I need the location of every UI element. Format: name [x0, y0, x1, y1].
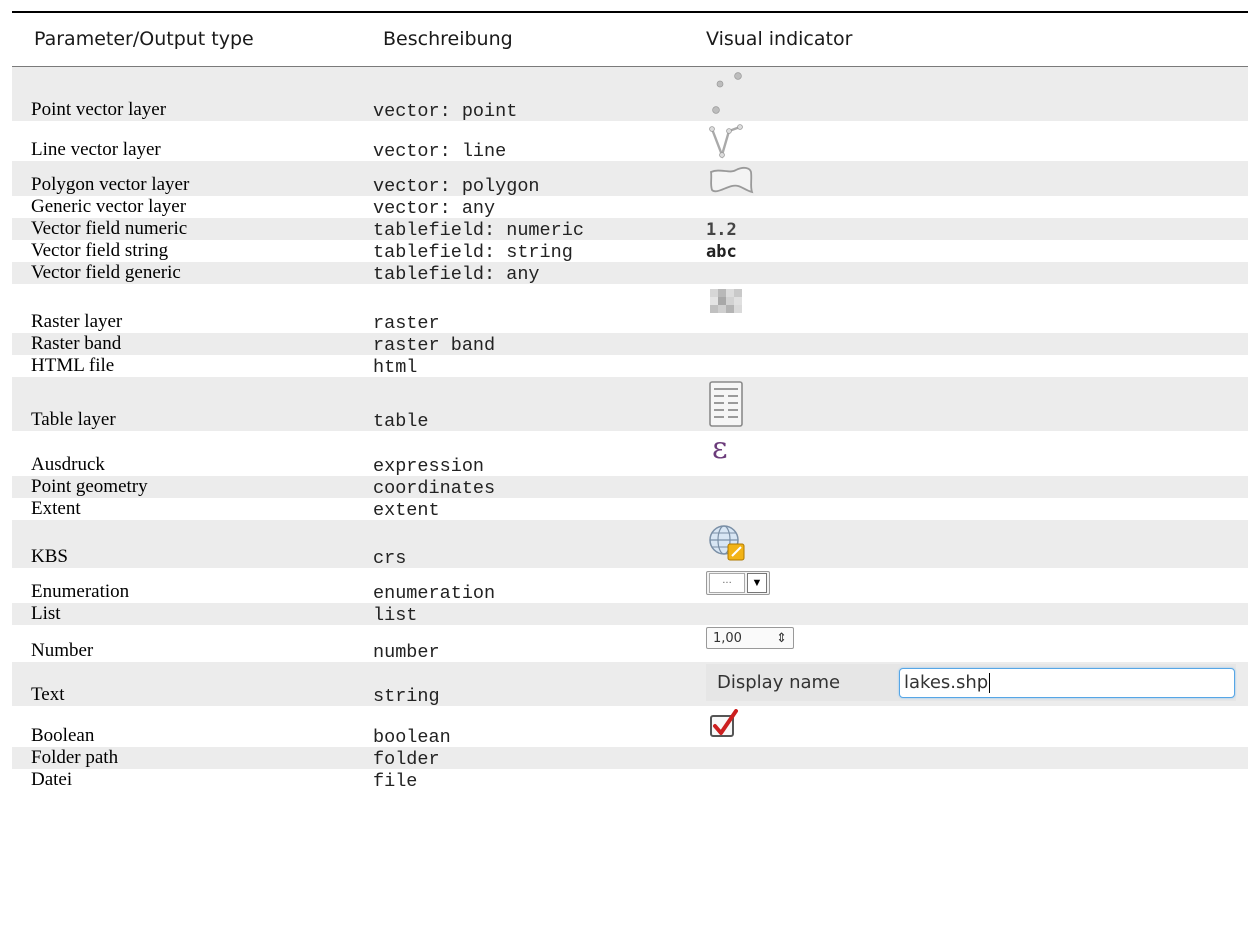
- row-desc: crs: [373, 548, 407, 569]
- display-name-input[interactable]: lakes.shp: [899, 667, 1235, 698]
- table-row: Raster band raster band: [12, 333, 1248, 356]
- table-row: Boolean boolean: [12, 706, 1248, 748]
- row-name: Raster band: [31, 333, 122, 354]
- display-name-value: lakes.shp: [904, 672, 989, 693]
- row-name: Ausdruck: [31, 454, 105, 475]
- table-row: Point vector layer vector: point: [12, 66, 1248, 122]
- row-desc: vector: line: [373, 141, 507, 162]
- table-row: Vector field string tablefield: string a…: [12, 240, 1248, 263]
- crs-globe-icon: [709, 525, 745, 561]
- numeric-field-indicator: 1.2: [706, 220, 737, 240]
- spinbox-value: 1,00: [713, 630, 742, 646]
- row-desc: raster band: [373, 335, 496, 356]
- expression-icon: ε: [712, 432, 728, 466]
- checkbox-checked-icon: [710, 709, 738, 737]
- row-name: KBS: [31, 546, 68, 567]
- enumeration-combo-icon: ... ▼: [706, 571, 770, 595]
- row-desc: folder: [373, 749, 440, 770]
- row-name: Datei: [31, 769, 73, 790]
- header-parameter-type: Parameter/Output type: [12, 11, 369, 67]
- table-row: Polygon vector layer vector: polygon: [12, 161, 1248, 197]
- table-row: Enumeration enumeration ... ▼: [12, 568, 1248, 604]
- table-row: Raster layer raster: [12, 284, 1248, 334]
- line-vector-icon: [709, 124, 743, 159]
- row-name: Boolean: [31, 725, 95, 746]
- row-name: Enumeration: [31, 581, 130, 602]
- row-desc: list: [373, 605, 418, 626]
- polygon-vector-icon: [709, 166, 754, 194]
- text-field-indicator: Display name lakes.shp: [706, 664, 1236, 701]
- row-name: Polygon vector layer: [31, 174, 190, 195]
- table-row: Number number 1,00 ⇕: [12, 625, 1248, 663]
- parameter-table-container: Parameter/Output type Beschreibung Visua…: [12, 11, 1248, 792]
- table-row: Extent extent: [12, 498, 1248, 521]
- point-vector-icon: [712, 72, 742, 114]
- row-name: Line vector layer: [31, 139, 161, 160]
- row-desc: html: [373, 357, 418, 378]
- parameter-table: Parameter/Output type Beschreibung Visua…: [12, 11, 1248, 792]
- dropdown-arrow-icon: ▼: [747, 573, 767, 593]
- row-name: Extent: [31, 498, 81, 519]
- table-row: Table layer table: [12, 377, 1248, 432]
- table-row: Generic vector layer vector: any: [12, 196, 1248, 219]
- row-desc: table: [373, 411, 429, 432]
- row-desc: string: [373, 686, 440, 707]
- row-name: Text: [31, 684, 65, 705]
- table-row: Folder path folder: [12, 747, 1248, 770]
- row-desc: tablefield: any: [373, 264, 540, 285]
- row-desc: vector: point: [373, 101, 518, 122]
- row-name: Vector field string: [31, 240, 169, 261]
- row-desc: expression: [373, 456, 485, 477]
- row-desc: boolean: [373, 727, 451, 748]
- row-name: Number: [31, 640, 94, 661]
- table-row: KBS crs: [12, 520, 1248, 569]
- table-row: Point geometry coordinates: [12, 476, 1248, 499]
- row-name: Vector field generic: [31, 262, 181, 283]
- row-name: Point geometry: [31, 476, 148, 497]
- table-header-row: Parameter/Output type Beschreibung Visua…: [12, 11, 1248, 67]
- header-visual-indicator: Visual indicator: [702, 11, 1248, 67]
- string-field-indicator: abc: [706, 242, 737, 262]
- table-row: Vector field generic tablefield: any: [12, 262, 1248, 285]
- row-desc: vector: any: [373, 198, 496, 219]
- row-desc: number: [373, 642, 440, 663]
- text-caret: [989, 672, 991, 693]
- row-desc: tablefield: numeric: [373, 220, 584, 241]
- row-name: Raster layer: [31, 311, 123, 332]
- header-description: Beschreibung: [369, 11, 702, 67]
- svg-text:ε: ε: [712, 432, 728, 466]
- row-desc: extent: [373, 500, 440, 521]
- table-row: Datei file: [12, 769, 1248, 792]
- table-row: Vector field numeric tablefield: numeric…: [12, 218, 1248, 241]
- raster-icon: [710, 289, 742, 313]
- table-row: Text string Display name lakes.shp: [12, 662, 1248, 707]
- row-name: HTML file: [31, 355, 115, 376]
- row-name: Generic vector layer: [31, 196, 187, 217]
- row-name: Point vector layer: [31, 99, 167, 120]
- row-name: Folder path: [31, 747, 119, 768]
- display-name-label: Display name: [717, 672, 841, 693]
- row-desc: file: [373, 771, 418, 792]
- table-icon: [709, 381, 743, 427]
- row-desc: raster: [373, 313, 440, 334]
- table-row: List list: [12, 603, 1248, 626]
- row-desc: enumeration: [373, 583, 496, 604]
- table-row: Ausdruck expression ε: [12, 431, 1248, 477]
- table-row: HTML file html: [12, 355, 1248, 378]
- row-desc: tablefield: string: [373, 242, 573, 263]
- row-name: Vector field numeric: [31, 218, 188, 239]
- combo-field: ...: [709, 573, 745, 593]
- table-row: Line vector layer vector: line: [12, 121, 1248, 162]
- row-name: Table layer: [31, 409, 116, 430]
- row-desc: coordinates: [373, 478, 496, 499]
- row-name: List: [31, 603, 61, 624]
- number-spinbox: 1,00 ⇕: [706, 627, 794, 649]
- spinbox-arrows-icon: ⇕: [776, 630, 787, 646]
- row-desc: vector: polygon: [373, 176, 540, 197]
